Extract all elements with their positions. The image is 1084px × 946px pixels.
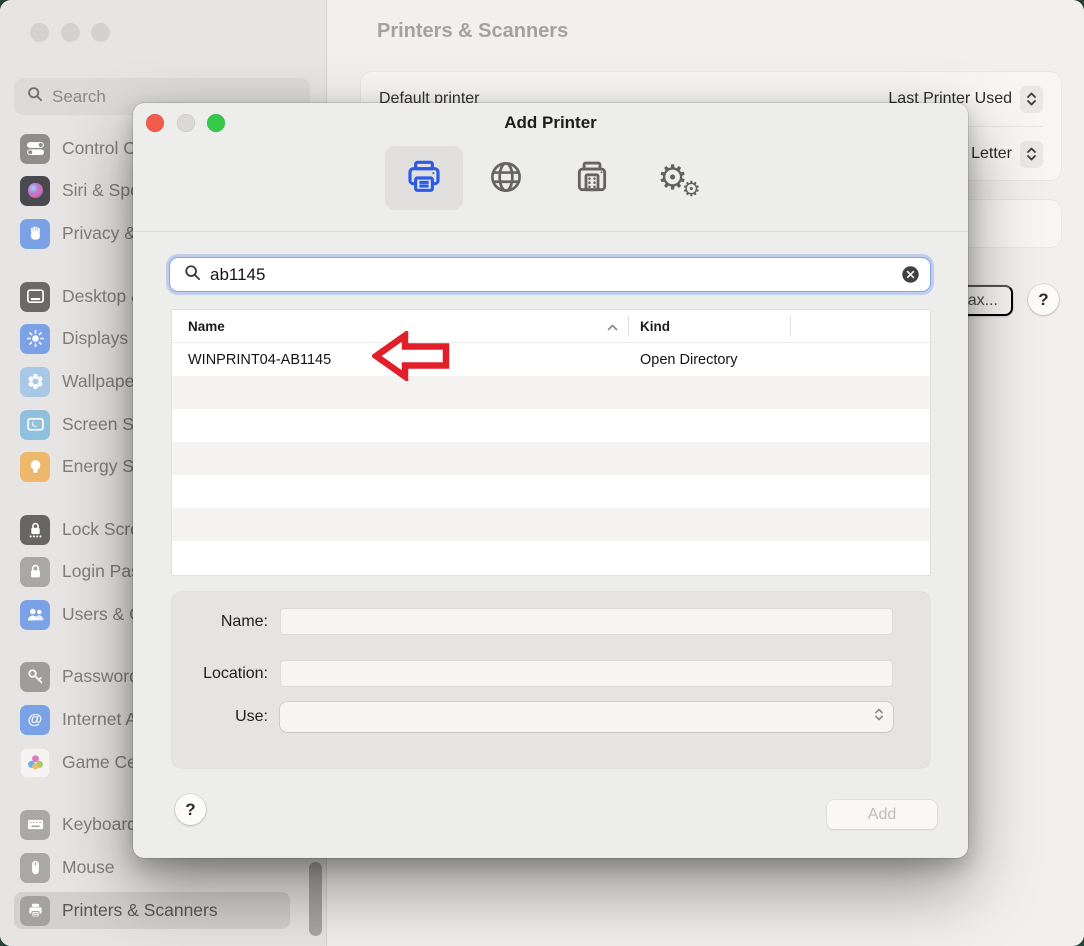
printer-details-form: Name: Location: Use:	[172, 592, 930, 768]
tab-advanced[interactable]: ⚙⚙	[639, 146, 717, 210]
empty-row	[172, 475, 930, 508]
close-window-button[interactable]	[30, 23, 49, 42]
ip-printer-icon	[573, 158, 611, 199]
desktop-dock-icon	[20, 282, 50, 312]
printer-kind-cell: Open Directory	[628, 352, 790, 368]
sidebar-item-label: Printers & Scanners	[62, 900, 218, 921]
sidebar-item-label: Mouse	[62, 857, 115, 878]
name-label: Name:	[172, 613, 280, 631]
clear-search-button[interactable]	[901, 265, 920, 284]
default-printer-icon	[404, 157, 444, 200]
printer-icon	[20, 896, 50, 926]
users-groups-icon	[20, 600, 50, 630]
empty-row	[172, 409, 930, 442]
dialog-title: Add Printer	[133, 113, 968, 133]
help-button[interactable]: ?	[1028, 284, 1059, 315]
form-row-location: Location:	[172, 660, 930, 687]
mouse-icon	[20, 853, 50, 883]
privacy-hand-icon	[20, 219, 50, 249]
location-label: Location:	[172, 665, 280, 683]
lock-screen-icon	[20, 515, 50, 545]
form-row-use: Use:	[172, 702, 930, 732]
screen-saver-icon	[20, 410, 50, 440]
empty-row	[172, 508, 930, 541]
printer-search-field[interactable]	[169, 257, 931, 292]
minimize-window-button[interactable]	[61, 23, 80, 42]
search-icon	[184, 264, 201, 286]
login-padlock-icon	[20, 557, 50, 587]
table-header: Name Kind	[172, 310, 930, 343]
passwords-key-icon	[20, 662, 50, 692]
printer-search-input[interactable]	[210, 265, 892, 285]
zoom-window-button[interactable]	[91, 23, 110, 42]
chevron-up-down-icon	[1020, 86, 1043, 113]
tab-ip-printer[interactable]	[553, 146, 631, 210]
sort-ascending-icon	[607, 319, 628, 334]
tab-network-printer[interactable]	[467, 146, 545, 210]
network-globe-icon	[487, 158, 525, 199]
table-row-printer[interactable]: WINPRINT04-AB1145 Open Directory	[172, 343, 930, 376]
sidebar-item-printers-scanners[interactable]: Printers & Scanners	[14, 892, 290, 929]
internet-at-icon: @	[20, 705, 50, 735]
chevron-up-down-icon	[1020, 141, 1043, 168]
empty-row	[172, 541, 930, 574]
printer-results-table: Name Kind WINPRINT04-AB1145 Open Directo…	[172, 310, 930, 575]
displays-sun-icon	[20, 324, 50, 354]
annotation-arrow-left	[372, 331, 450, 381]
game-center-icon	[20, 748, 50, 778]
column-divider	[628, 316, 629, 337]
empty-row	[172, 376, 930, 409]
name-field[interactable]	[280, 608, 893, 635]
sidebar-item-label: Keyboard	[62, 814, 137, 835]
wallpaper-flower-icon	[20, 367, 50, 397]
column-divider	[790, 316, 791, 337]
search-icon	[27, 86, 43, 107]
sidebar-item-label: Wallpaper	[62, 371, 140, 392]
use-select[interactable]	[280, 702, 893, 732]
form-row-name: Name:	[172, 608, 930, 635]
location-field[interactable]	[280, 660, 893, 687]
sidebar-scrollbar-thumb[interactable]	[309, 862, 322, 936]
page-title: Printers & Scanners	[377, 20, 568, 43]
dialog-help-button[interactable]: ?	[175, 794, 206, 825]
tab-default-printer[interactable]	[385, 146, 463, 210]
sidebar-item-label: Displays	[62, 328, 128, 349]
energy-bulb-icon	[20, 452, 50, 482]
column-header-kind[interactable]: Kind	[628, 319, 790, 334]
screen: Control Center Siri & Spotlight Privacy …	[0, 0, 1084, 946]
empty-row	[172, 442, 930, 475]
control-center-icon	[20, 134, 50, 164]
advanced-gears-icon: ⚙⚙	[657, 161, 698, 195]
keyboard-icon	[20, 810, 50, 840]
siri-icon	[20, 176, 50, 206]
chevron-up-down-icon	[874, 707, 884, 727]
add-printer-dialog: Add Printer ⚙⚙	[133, 103, 968, 858]
divider	[133, 231, 968, 232]
add-button[interactable]: Add	[827, 800, 937, 829]
use-label: Use:	[172, 708, 280, 726]
